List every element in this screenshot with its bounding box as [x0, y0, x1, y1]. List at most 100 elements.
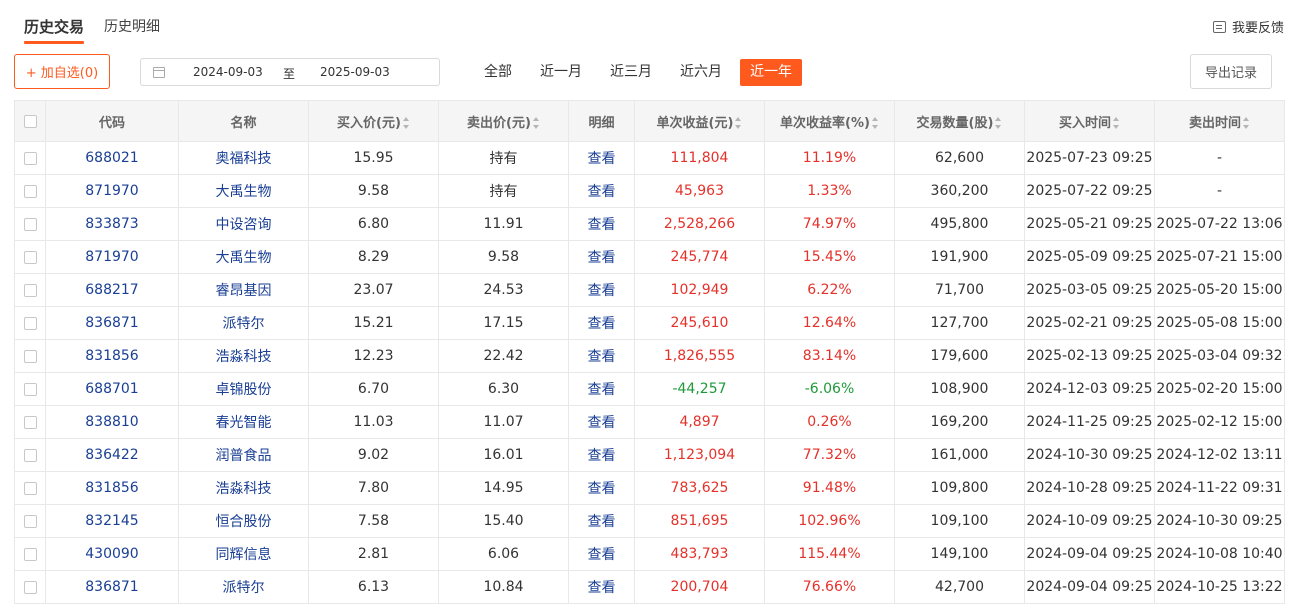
select-all-cell[interactable]	[14, 100, 46, 142]
row-select-cell[interactable]	[14, 339, 46, 373]
period-6m[interactable]: 近六月	[670, 59, 732, 86]
detail-link[interactable]: 查看	[568, 141, 635, 175]
row-checkbox[interactable]	[23, 448, 37, 462]
stock-code[interactable]: 688217	[45, 273, 179, 307]
date-end[interactable]: 2025-09-03	[320, 65, 390, 79]
sort-icon[interactable]	[871, 117, 879, 129]
detail-link[interactable]: 查看	[568, 405, 635, 439]
row-select-cell[interactable]	[14, 273, 46, 307]
stock-name[interactable]: 春光智能	[178, 405, 309, 439]
stock-code[interactable]: 832145	[45, 504, 179, 538]
row-select-cell[interactable]	[14, 141, 46, 175]
row-select-cell[interactable]	[14, 570, 46, 604]
detail-link[interactable]: 查看	[568, 438, 635, 472]
row-select-cell[interactable]	[14, 174, 46, 208]
stock-code[interactable]: 688701	[45, 372, 179, 406]
row-checkbox[interactable]	[23, 415, 37, 429]
detail-link[interactable]: 查看	[568, 471, 635, 505]
row-select-cell[interactable]	[14, 504, 46, 538]
period-all[interactable]: 全部	[474, 59, 522, 86]
date-range-picker[interactable]: 2024-09-03 至 2025-09-03	[140, 58, 440, 86]
row-select-cell[interactable]	[14, 438, 46, 472]
detail-link[interactable]: 查看	[568, 306, 635, 340]
stock-code[interactable]: 831856	[45, 339, 179, 373]
row-checkbox[interactable]	[23, 481, 37, 495]
feedback-link[interactable]: 我要反馈	[1212, 17, 1284, 36]
col-sell-price[interactable]: 卖出价(元)	[438, 100, 569, 142]
col-buy-time[interactable]: 买入时间	[1024, 100, 1155, 142]
stock-name[interactable]: 同辉信息	[178, 537, 309, 571]
detail-link[interactable]: 查看	[568, 174, 635, 208]
stock-code[interactable]: 836871	[45, 570, 179, 604]
col-buy-price[interactable]: 买入价(元)	[308, 100, 439, 142]
date-start[interactable]: 2024-09-03	[193, 65, 263, 79]
stock-name[interactable]: 恒合股份	[178, 504, 309, 538]
row-checkbox[interactable]	[23, 547, 37, 561]
row-select-cell[interactable]	[14, 372, 46, 406]
stock-code[interactable]: 430090	[45, 537, 179, 571]
row-checkbox[interactable]	[23, 250, 37, 264]
stock-code[interactable]: 836871	[45, 306, 179, 340]
sort-icon[interactable]	[995, 117, 1002, 129]
row-checkbox[interactable]	[23, 349, 37, 363]
col-sell-time[interactable]: 卖出时间	[1154, 100, 1285, 142]
stock-code[interactable]: 836422	[45, 438, 179, 472]
col-profit[interactable]: 单次收益(元)	[634, 100, 765, 142]
row-checkbox[interactable]	[23, 514, 37, 528]
stock-name[interactable]: 大禹生物	[178, 174, 309, 208]
period-1y[interactable]: 近一年	[740, 59, 802, 86]
stock-name[interactable]: 浩淼科技	[178, 339, 309, 373]
stock-name[interactable]: 中设咨询	[178, 207, 309, 241]
row-select-cell[interactable]	[14, 240, 46, 274]
sort-icon[interactable]	[402, 117, 410, 129]
detail-link[interactable]: 查看	[568, 273, 635, 307]
stock-code[interactable]: 871970	[45, 240, 179, 274]
stock-code[interactable]: 688021	[45, 141, 179, 175]
stock-name[interactable]: 大禹生物	[178, 240, 309, 274]
row-checkbox[interactable]	[23, 151, 37, 165]
stock-code[interactable]: 833873	[45, 207, 179, 241]
detail-link[interactable]: 查看	[568, 372, 635, 406]
period-3m[interactable]: 近三月	[600, 59, 662, 86]
detail-link[interactable]: 查看	[568, 570, 635, 604]
stock-name[interactable]: 浩淼科技	[178, 471, 309, 505]
stock-code[interactable]: 871970	[45, 174, 179, 208]
stock-name[interactable]: 派特尔	[178, 306, 309, 340]
sort-icon[interactable]	[1113, 117, 1120, 129]
row-select-cell[interactable]	[14, 471, 46, 505]
detail-link[interactable]: 查看	[568, 339, 635, 373]
row-checkbox[interactable]	[23, 316, 37, 330]
add-watchlist-button[interactable]: + 加自选(0)	[14, 54, 110, 89]
tab-history-trades[interactable]: 历史交易	[24, 14, 85, 44]
export-button[interactable]: 导出记录	[1190, 54, 1272, 89]
row-checkbox[interactable]	[23, 283, 37, 297]
stock-code[interactable]: 831856	[45, 471, 179, 505]
row-select-cell[interactable]	[14, 306, 46, 340]
row-checkbox[interactable]	[23, 580, 37, 594]
sell-price: 6.30	[438, 372, 569, 406]
detail-link[interactable]: 查看	[568, 240, 635, 274]
tab-history-details[interactable]: 历史明细	[104, 14, 160, 42]
row-select-cell[interactable]	[14, 207, 46, 241]
row-select-cell[interactable]	[14, 405, 46, 439]
row-checkbox[interactable]	[23, 382, 37, 396]
select-all-checkbox[interactable]	[23, 114, 37, 128]
detail-link[interactable]: 查看	[568, 537, 635, 571]
stock-name[interactable]: 睿昂基因	[178, 273, 309, 307]
period-1m[interactable]: 近一月	[530, 59, 592, 86]
sort-icon[interactable]	[532, 117, 540, 129]
col-quantity[interactable]: 交易数量(股)	[894, 100, 1025, 142]
row-select-cell[interactable]	[14, 537, 46, 571]
stock-name[interactable]: 派特尔	[178, 570, 309, 604]
stock-name[interactable]: 润普食品	[178, 438, 309, 472]
row-checkbox[interactable]	[23, 217, 37, 231]
detail-link[interactable]: 查看	[568, 207, 635, 241]
detail-link[interactable]: 查看	[568, 504, 635, 538]
row-checkbox[interactable]	[23, 184, 37, 198]
stock-name[interactable]: 奥福科技	[178, 141, 309, 175]
stock-code[interactable]: 838810	[45, 405, 179, 439]
stock-name[interactable]: 卓锦股份	[178, 372, 309, 406]
sort-icon[interactable]	[1243, 117, 1250, 129]
col-profit-rate[interactable]: 单次收益率(%)	[764, 100, 895, 142]
sort-icon[interactable]	[735, 117, 742, 129]
